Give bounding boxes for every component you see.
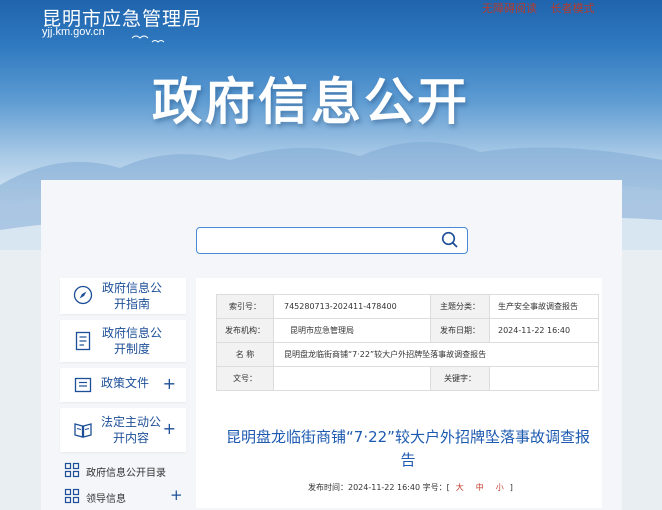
search-icon[interactable]	[441, 231, 459, 253]
meta-key: 文号：	[216, 366, 274, 391]
article-title: 昆明盘龙临街商铺“7·22”较大户外招牌坠落事故调查报告	[226, 428, 590, 469]
expand-plus-icon[interactable]: +	[163, 419, 176, 438]
book-icon	[73, 420, 93, 444]
font-size-small-button[interactable]: 小	[496, 483, 504, 492]
meta-value: 昆明盘龙临街商铺“7·22”较大户外招牌坠落事故调查报告	[273, 342, 599, 367]
elder-mode-link[interactable]: 长者模式	[551, 2, 595, 15]
meta-key: 索引号：	[216, 294, 274, 319]
grid-icon	[64, 488, 80, 507]
sidebar-item-policy[interactable]: 政策文件 +	[60, 368, 186, 402]
meta-value	[273, 366, 431, 391]
folder-icon	[73, 375, 93, 399]
sidebar-item-label: 领导信息	[86, 494, 126, 505]
meta-value	[489, 366, 599, 391]
bracket-close: ]	[509, 483, 513, 492]
font-size-large-button[interactable]: 大	[456, 483, 464, 492]
compass-icon	[73, 285, 93, 309]
table-row: 发布机构： 昆明市应急管理局 发布日期： 2024-11-22 16:40	[216, 318, 599, 343]
page-title: 政府信息公开	[152, 73, 470, 131]
sidebar-item-label: 法定主动公开内容	[101, 415, 162, 445]
grid-icon	[64, 462, 80, 481]
sidebar-item-statutory[interactable]: 法定主动公开内容 +	[60, 408, 186, 452]
meta-table: 索引号： 745280713-202411-478400 主题分类： 生产安全事…	[216, 294, 599, 391]
meta-key: 发布日期：	[430, 318, 490, 343]
meta-key: 名 称	[216, 342, 274, 367]
expand-plus-icon[interactable]: +	[163, 374, 176, 393]
birds-icon	[131, 35, 165, 43]
site-domain: yjj.km.gov.cn	[42, 26, 105, 38]
search-input[interactable]	[205, 228, 439, 253]
table-row: 名 称 昆明盘龙临街商铺“7·22”较大户外招牌坠落事故调查报告	[216, 342, 599, 367]
meta-key: 主题分类：	[430, 294, 490, 319]
sidebar-item-system[interactable]: 政府信息公开制度	[60, 320, 186, 362]
meta-value: 昆明市应急管理局	[273, 318, 431, 343]
sidebar-item-label: 政府信息公开指南	[101, 281, 162, 311]
table-row: 索引号： 745280713-202411-478400 主题分类： 生产安全事…	[216, 294, 599, 319]
accessibility-link[interactable]: 无障碍阅读	[482, 2, 537, 15]
meta-key: 发布机构：	[216, 318, 274, 343]
sidebar-item-label: 政府信息公开制度	[101, 326, 162, 356]
meta-key: 关键字：	[430, 366, 490, 391]
font-size-medium-button[interactable]: 中	[476, 483, 484, 492]
meta-value: 2024-11-22 16:40	[489, 318, 599, 343]
table-row: 文号： 关键字：	[216, 366, 599, 391]
search-box[interactable]	[196, 227, 468, 254]
expand-plus-icon[interactable]: +	[170, 486, 183, 504]
publish-info: 发布时间：2024-11-22 16:40 字号：[ 大 中 小]	[308, 482, 513, 493]
sidebar-item-label: 政府信息公开目录	[86, 468, 166, 479]
document-icon	[73, 331, 93, 355]
sidebar-item-guide[interactable]: 政府信息公开指南	[60, 278, 186, 314]
publish-time: 发布时间：2024-11-22 16:40 字号：[	[308, 483, 450, 492]
meta-value: 745280713-202411-478400	[273, 294, 431, 319]
top-links: 无障碍阅读 长者模式	[482, 0, 605, 16]
meta-value: 生产安全事故调查报告	[489, 294, 599, 319]
